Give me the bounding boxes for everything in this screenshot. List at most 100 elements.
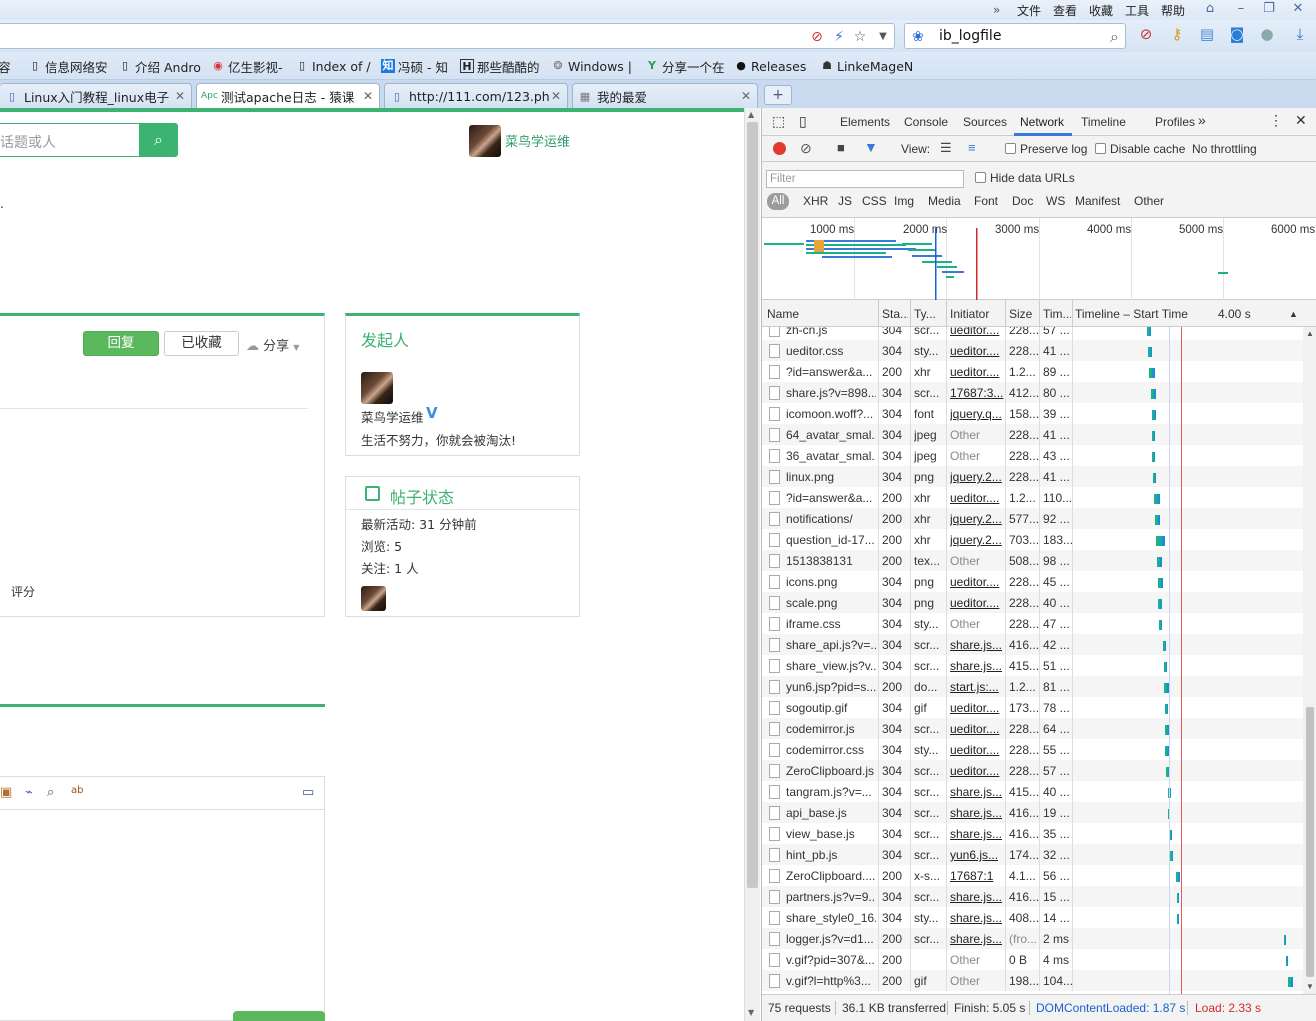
block-icon[interactable]: ⊘ xyxy=(808,28,826,46)
tab-profiles[interactable]: Profiles xyxy=(1155,115,1195,129)
search-icon[interactable]: ⌕ xyxy=(1110,27,1119,47)
request-initiator[interactable]: share.js... xyxy=(950,911,1004,925)
menu-favorites[interactable]: 收藏 xyxy=(1089,2,1113,19)
type-filter-all[interactable]: All xyxy=(767,193,789,210)
table-row[interactable]: yun6.jsp?pid=s... 200 do... start.js:... 1.2… xyxy=(762,676,1303,697)
close-tab-icon[interactable]: ✕ xyxy=(363,89,373,103)
menu-file[interactable]: 文件 xyxy=(1017,2,1041,19)
search-button[interactable]: ⌕ xyxy=(139,123,178,157)
large-rows-icon[interactable]: ☰ xyxy=(940,140,952,156)
table-row[interactable]: codemirror.js 304 scr... ueditor.... 228... 6… xyxy=(762,718,1303,739)
type-filter-font[interactable]: Font xyxy=(974,194,998,208)
request-name[interactable]: yun6.jsp?pid=s... xyxy=(786,680,876,694)
camera-icon[interactable]: ■ xyxy=(837,140,845,155)
request-name[interactable]: codemirror.js xyxy=(786,722,876,736)
download-icon[interactable]: ⤓ xyxy=(1290,24,1310,44)
waterfall-bar[interactable] xyxy=(1152,431,1155,441)
request-initiator[interactable]: share.js... xyxy=(950,827,1004,841)
tab-111-php[interactable]: ▯ http://111.com/123.ph ✕ xyxy=(384,83,568,108)
type-filter-media[interactable]: Media xyxy=(928,194,961,208)
disable-cache-checkbox[interactable] xyxy=(1095,143,1106,154)
column-initiator[interactable]: Initiator xyxy=(950,307,1002,321)
preserve-log-checkbox[interactable] xyxy=(1005,143,1016,154)
waterfall-bar[interactable] xyxy=(1148,347,1152,357)
waterfall-bar[interactable] xyxy=(1158,578,1163,588)
table-row[interactable]: api_base.js 304 scr... share.js... 416... 19 … xyxy=(762,802,1303,823)
waterfall-bar[interactable] xyxy=(1159,620,1162,630)
submit-button[interactable] xyxy=(233,1011,325,1021)
tab-network[interactable]: Network xyxy=(1020,115,1064,129)
more-tabs-icon[interactable]: » xyxy=(1198,112,1206,128)
waterfall-bar[interactable] xyxy=(1177,914,1179,924)
request-initiator[interactable]: share.js... xyxy=(950,785,1004,799)
attachment-icon[interactable]: ⌁ xyxy=(25,785,33,800)
waterfall-bar[interactable] xyxy=(1152,452,1155,462)
request-name[interactable]: api_base.js xyxy=(786,806,876,820)
menu-help[interactable]: 帮助 xyxy=(1161,2,1185,19)
table-row[interactable]: ueditor.css 304 sty... ueditor.... 228... 41 … xyxy=(762,340,1303,361)
request-name[interactable]: sogoutip.gif xyxy=(786,701,876,715)
tab-sources[interactable]: Sources xyxy=(963,115,1007,129)
type-filter-css[interactable]: CSS xyxy=(862,194,887,208)
close-tab-icon[interactable]: ✕ xyxy=(741,89,751,103)
tab-console[interactable]: Console xyxy=(904,115,948,129)
favorite-item[interactable]: ▯ 信息网络安 xyxy=(28,58,108,75)
favorite-item[interactable]: H 那些酷酷的 xyxy=(460,58,540,75)
clear-icon[interactable]: ⊘ xyxy=(800,140,812,157)
sort-up-icon[interactable]: ▲ xyxy=(1289,309,1298,319)
request-initiator[interactable]: ueditor.... xyxy=(950,596,1004,610)
favorite-item[interactable]: ▯ 介绍 Andro xyxy=(118,58,201,75)
waterfall-bar[interactable] xyxy=(1152,410,1156,420)
network-overview[interactable]: 1000 ms 2000 ms 3000 ms 4000 ms 5000 ms … xyxy=(762,218,1316,300)
find-icon[interactable]: ⌕ xyxy=(47,785,54,800)
request-initiator[interactable]: ueditor.... xyxy=(950,575,1004,589)
throttling-select[interactable]: No throttling xyxy=(1192,142,1257,156)
scroll-up-icon[interactable]: ▲ xyxy=(1306,329,1314,338)
request-name[interactable]: share_style0_16... xyxy=(786,911,876,925)
request-name[interactable]: view_base.js xyxy=(786,827,876,841)
request-name[interactable]: v.gif?l=http%3... xyxy=(786,974,876,988)
table-row[interactable]: zh-cn.js 304 scr... ueditor.... 228... 57 ... xyxy=(762,327,1303,340)
table-row[interactable]: view_base.js 304 scr... share.js... 416... 35… xyxy=(762,823,1303,844)
close-window-icon[interactable]: ✕ xyxy=(1287,1,1309,17)
table-row[interactable]: share_api.js?v=... 304 scr... share.js... 41… xyxy=(762,634,1303,655)
waterfall-bar[interactable] xyxy=(1164,662,1167,672)
menu-view[interactable]: 查看 xyxy=(1053,2,1077,19)
request-initiator[interactable]: jquery.q... xyxy=(950,407,1004,421)
waterfall-bar[interactable] xyxy=(1157,557,1162,567)
request-name[interactable]: icomoon.woff?... xyxy=(786,407,876,421)
disable-cache-label[interactable]: Disable cache xyxy=(1110,142,1185,156)
sponsor-name[interactable]: 菜鸟学运维 xyxy=(361,407,424,426)
request-name[interactable]: share.js?v=898... xyxy=(786,386,876,400)
preserve-log-label[interactable]: Preserve log xyxy=(1020,142,1087,156)
request-name[interactable]: ?id=answer&a... xyxy=(786,491,876,505)
request-name[interactable]: ZeroClipboard.... xyxy=(786,869,876,883)
column-size[interactable]: Size xyxy=(1009,307,1037,321)
minimize-icon[interactable]: – xyxy=(1230,1,1252,17)
waterfall-bar[interactable] xyxy=(1286,956,1288,966)
table-row[interactable]: 36_avatar_smal... 304 jpeg Other 228... 43 ..… xyxy=(762,445,1303,466)
restore-icon[interactable]: ❐ xyxy=(1258,1,1280,17)
tab-timeline[interactable]: Timeline xyxy=(1081,115,1126,129)
request-name[interactable]: partners.js?v=9... xyxy=(786,890,876,904)
request-initiator[interactable]: ueditor.... xyxy=(950,722,1004,736)
scroll-up-icon[interactable]: ▲ xyxy=(748,110,754,119)
waterfall-bar[interactable] xyxy=(1158,599,1162,609)
favorite-item[interactable]: 容 xyxy=(0,58,11,75)
table-row[interactable]: icomoon.woff?... 304 font jquery.q... 158...… xyxy=(762,403,1303,424)
request-initiator[interactable]: ueditor.... xyxy=(950,764,1004,778)
request-initiator[interactable]: start.js:... xyxy=(950,680,1004,694)
tab-favorites[interactable]: ▦ 我的最爱 ✕ xyxy=(572,83,758,108)
waterfall-bar[interactable] xyxy=(1284,935,1286,945)
requests-scrollbar[interactable]: ▲ ▼ xyxy=(1303,327,1316,994)
type-filter-xhr[interactable]: XHR xyxy=(803,194,828,208)
table-row[interactable]: partners.js?v=9... 304 scr... share.js... 41… xyxy=(762,886,1303,907)
note-icon[interactable]: ▤ xyxy=(1197,24,1217,44)
table-row[interactable]: 1513838131 200 tex... Other 508... 98 ... xyxy=(762,550,1303,571)
column-timeline[interactable]: Timeline – Start Time xyxy=(1075,307,1215,321)
waterfall-bar[interactable] xyxy=(1177,893,1179,903)
table-row[interactable]: 64_avatar_smal... 304 jpeg Other 228... 41 ..… xyxy=(762,424,1303,445)
request-name[interactable]: logger.js?v=d1... xyxy=(786,932,876,946)
favorite-item[interactable]: ● Releases xyxy=(734,58,806,74)
table-row[interactable]: notifications/200 xhr jquery.2... 577... 92 … xyxy=(762,508,1303,529)
